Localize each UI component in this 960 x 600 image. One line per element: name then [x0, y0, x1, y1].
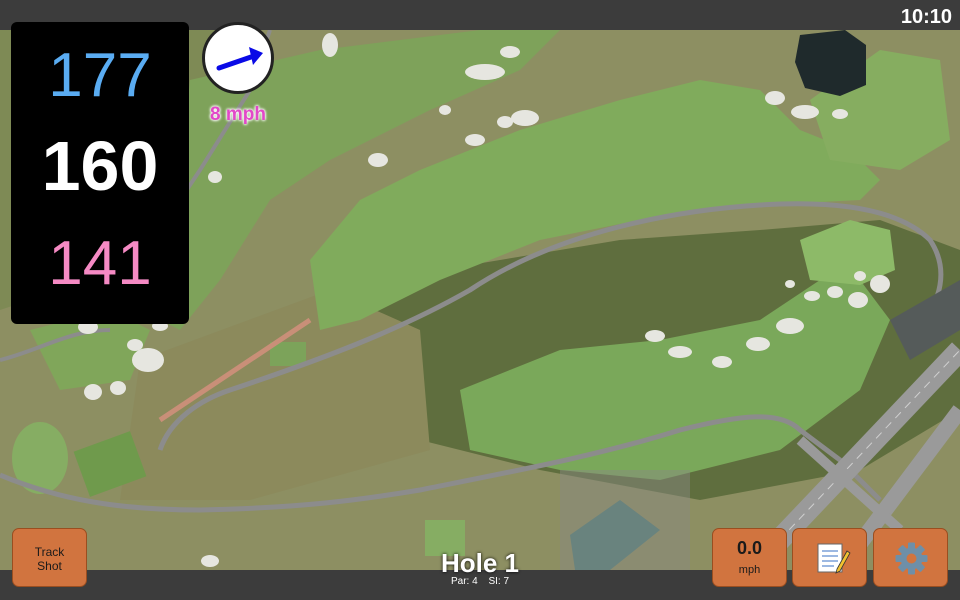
track-shot-button[interactable]: Track Shot [12, 528, 87, 587]
speed-unit: mph [738, 564, 761, 576]
hole-info: Par: 4 SI: 7 [380, 576, 580, 587]
clock: 10:10 [900, 6, 952, 28]
wind-indicator [202, 22, 274, 94]
speed-button[interactable]: 0.0 mph [712, 528, 787, 587]
yardage-panel: 177 160 141 [11, 22, 189, 324]
middle-yardage: 160 [41, 127, 159, 205]
speed-value: 0.0 [736, 538, 763, 558]
notes-button[interactable] [792, 528, 867, 587]
wind-speed: 8 mph [210, 104, 266, 125]
settings-button[interactable] [873, 528, 948, 587]
back-yardage: 177 [48, 41, 152, 110]
track-shot-label-line2: Shot [37, 559, 62, 573]
notepad-icon [817, 543, 851, 574]
front-yardage: 141 [48, 229, 152, 298]
arrow-right-icon [216, 47, 263, 71]
track-shot-label-line1: Track [34, 545, 65, 559]
hole-par: Par: 4 [450, 576, 478, 587]
hole-title: Hole 1 [440, 548, 520, 578]
gear-icon [895, 542, 928, 575]
hole-stroke-index: SI: 7 [488, 576, 510, 587]
